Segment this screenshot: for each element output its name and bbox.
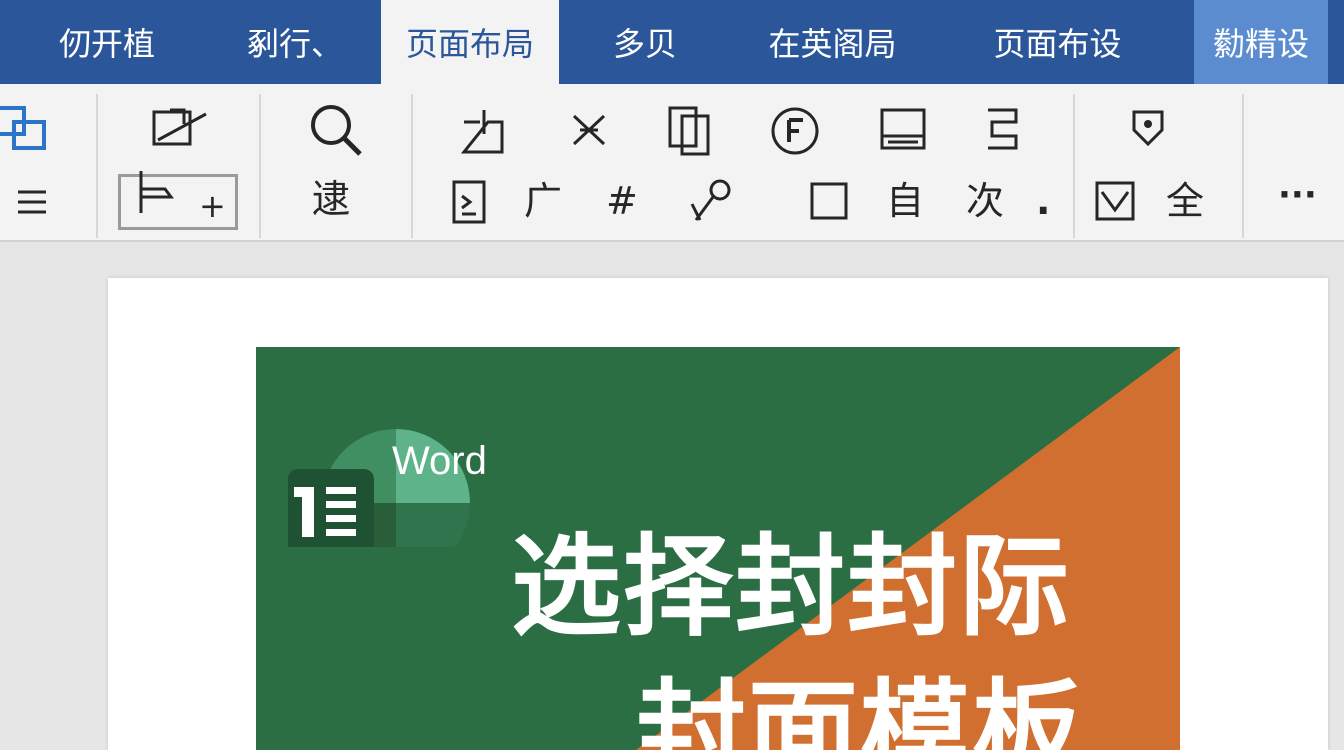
ribbon-glyph-dot[interactable]: . [1036, 182, 1050, 220]
group-separator [96, 94, 98, 238]
pen-icon[interactable] [686, 176, 736, 226]
group-separator [1073, 94, 1075, 238]
columns-icon[interactable] [664, 104, 716, 156]
tab-tools[interactable]: 勬精设 [1194, 0, 1328, 84]
margins-icon[interactable] [458, 106, 510, 156]
ribbon-glyph-ci[interactable]: 次 [966, 182, 1004, 220]
square-icon[interactable] [806, 178, 852, 224]
ribbon-glyph-guang[interactable]: 广 [524, 182, 562, 220]
breaks-icon[interactable] [566, 108, 612, 152]
ribbon-glyph-hash[interactable]: # [606, 182, 638, 220]
word-brand-label: Word [392, 439, 487, 483]
plus-label: + [199, 187, 226, 225]
ribbon-glyph-quan[interactable]: 全 [1166, 182, 1204, 220]
cover-title-line2: 封面模板 [636, 668, 1084, 750]
search-icon[interactable] [306, 100, 364, 158]
cover-page-preview[interactable]: Word 选择封封际 封面模板 [256, 347, 1180, 750]
page-border-icon[interactable] [876, 104, 930, 154]
search-label[interactable]: 逮 [312, 180, 350, 218]
group-separator [411, 94, 413, 238]
more-options-icon[interactable]: ··· [1278, 178, 1317, 212]
mail-check-icon[interactable] [1092, 178, 1138, 224]
tab-review[interactable]: 在英阁局 [735, 0, 930, 84]
ribbon-tab-bar: 仞开植 剢行、 页面布局 多贝 在英阁局 页面布设 勬精设 [0, 0, 1344, 84]
text-direction-box[interactable]: + [118, 171, 238, 230]
ribbon-glyph-zi[interactable]: 自 [886, 182, 924, 220]
shield-icon[interactable] [1124, 104, 1172, 152]
tab-page-layout[interactable]: 页面布局 [381, 0, 559, 84]
tab-references[interactable]: 多贝 [570, 0, 720, 84]
size-icon[interactable] [148, 104, 210, 154]
arrange-icon[interactable] [0, 102, 50, 156]
cover-title-line1: 选择封封际 [511, 523, 1071, 651]
tab-file[interactable]: 仞开植 [22, 0, 192, 84]
group-separator [259, 94, 261, 238]
list-icon[interactable] [12, 184, 52, 220]
tab-view[interactable]: 页面布设 [955, 0, 1160, 84]
wrap-text-icon[interactable] [980, 104, 1028, 154]
group-separator [1242, 94, 1244, 238]
document-check-icon[interactable] [448, 178, 490, 226]
font-circle-icon[interactable] [768, 104, 822, 158]
tab-insert[interactable]: 剢行、 [210, 0, 380, 84]
